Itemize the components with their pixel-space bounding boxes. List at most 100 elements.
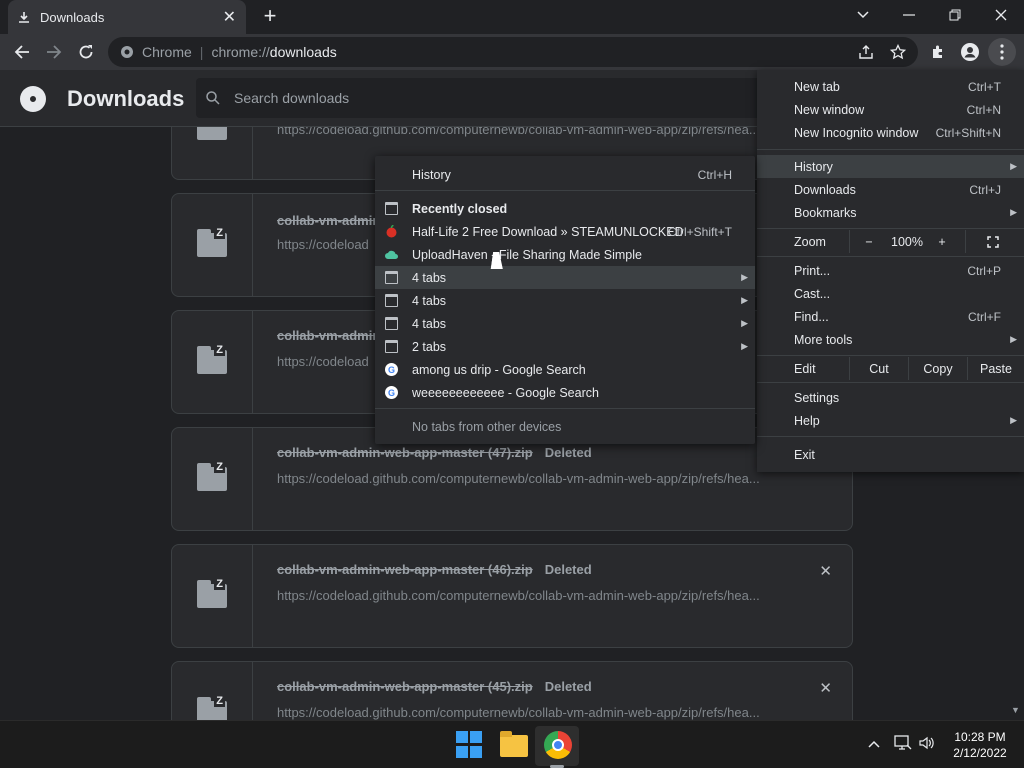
recent-item-uploadhaven[interactable]: UploadHaven - File Sharing Made Simple xyxy=(375,243,755,266)
paste-button[interactable]: Paste xyxy=(968,357,1024,380)
zoom-value: 100% xyxy=(891,234,923,249)
address-bar[interactable]: Chrome | chrome://downloads xyxy=(108,37,918,67)
recent-item-tabs-group[interactable]: 4 tabs ▶ xyxy=(375,289,755,312)
google-favicon-icon: G xyxy=(385,386,398,399)
chrome-taskbar-icon[interactable] xyxy=(544,731,572,759)
download-icon xyxy=(19,12,29,23)
menu-help[interactable]: Help ▶ xyxy=(757,409,1024,432)
taskbar: 10:28 PM 2/12/2022 xyxy=(0,720,1024,768)
recent-item-google-search[interactable]: G weeeeeeeeeeee - Google Search xyxy=(375,381,755,404)
extensions-button[interactable] xyxy=(924,38,952,66)
zoom-label: Zoom xyxy=(794,234,826,249)
download-url[interactable]: https://codeload.github.com/computernewb… xyxy=(277,705,777,720)
start-button-icon[interactable] xyxy=(456,731,484,759)
chrome-main-menu: New tab Ctrl+T New window Ctrl+N New Incog… xyxy=(757,70,1024,472)
cloud-favicon-icon xyxy=(385,250,398,259)
recent-item-halflife[interactable]: Half-Life 2 Free Download » STEAMUNLOCKE… xyxy=(375,220,755,243)
copy-button[interactable]: Copy xyxy=(909,357,967,380)
file-explorer-icon[interactable] xyxy=(500,731,528,757)
zip-file-icon: Z xyxy=(197,578,227,608)
recent-item-google-search[interactable]: G among us drip - Google Search xyxy=(375,358,755,381)
menu-downloads[interactable]: Downloads Ctrl+J xyxy=(757,178,1024,201)
file-icon-column: Z xyxy=(172,311,253,413)
menu-bookmarks[interactable]: Bookmarks ▶ xyxy=(757,201,1024,224)
menu-settings[interactable]: Settings xyxy=(757,386,1024,409)
forward-button[interactable] xyxy=(40,38,68,66)
zoom-divider xyxy=(965,230,966,253)
menu-more-tools[interactable]: More tools ▶ xyxy=(757,328,1024,351)
menu-separator xyxy=(757,228,1024,229)
menu-exit[interactable]: Exit xyxy=(757,443,1024,466)
taskbar-clock[interactable]: 10:28 PM 2/12/2022 xyxy=(940,729,1020,761)
menu-new-incognito[interactable]: New Incognito window Ctrl+Shift+N xyxy=(757,121,1024,144)
bookmark-button[interactable] xyxy=(884,38,912,66)
menu-history[interactable]: History ▶ xyxy=(757,155,1024,178)
arrow-left-icon xyxy=(14,45,29,59)
recent-item-tabs-group[interactable]: 2 tabs ▶ xyxy=(375,335,755,358)
minimize-icon xyxy=(903,14,915,16)
menu-separator xyxy=(375,408,755,409)
cut-button[interactable]: Cut xyxy=(850,357,908,380)
tab-downloads[interactable]: Downloads ✕ xyxy=(8,0,246,34)
tab-icon xyxy=(385,340,398,353)
menu-cast[interactable]: Cast... xyxy=(757,282,1024,305)
recent-item-tabs-group[interactable]: 4 tabs ▶ xyxy=(375,312,755,335)
profile-button[interactable] xyxy=(956,38,984,66)
volume-icon[interactable] xyxy=(918,735,936,754)
chevron-right-icon: ▶ xyxy=(1010,207,1017,217)
zoom-out-button[interactable]: − xyxy=(859,230,879,253)
download-filename: collab-vm-admin-web-app-master (47).zip xyxy=(277,445,533,460)
tab-icon xyxy=(385,202,398,215)
minimize-button[interactable] xyxy=(886,0,932,30)
network-icon[interactable] xyxy=(894,735,912,754)
menu-print[interactable]: Print... Ctrl+P xyxy=(757,259,1024,282)
history-item[interactable]: History Ctrl+H xyxy=(375,163,755,186)
download-filename-row: collab-vm-admin-web-app-master (46).zip D… xyxy=(277,562,592,577)
restore-button[interactable] xyxy=(932,0,978,30)
search-downloads-input[interactable]: Search downloads xyxy=(196,78,776,118)
tab-icon xyxy=(385,294,398,307)
recent-item-tabs-group[interactable]: 4 tabs ▶ xyxy=(375,266,755,289)
menu-separator xyxy=(757,149,1024,150)
puzzle-icon xyxy=(933,45,942,58)
download-url[interactable]: https://codeload.github.com/computernewb… xyxy=(277,588,777,603)
menu-separator xyxy=(375,190,755,191)
zoom-in-button[interactable]: + xyxy=(932,230,952,253)
zip-file-icon: Z xyxy=(197,344,227,374)
download-url[interactable]: https://codeload.github.com/computernewb… xyxy=(277,471,777,486)
chevron-right-icon: ▶ xyxy=(741,318,748,328)
file-icon-column: Z xyxy=(172,428,253,530)
menu-separator xyxy=(757,382,1024,383)
tab-close-icon[interactable]: ✕ xyxy=(223,7,236,27)
chrome-menu-button[interactable] xyxy=(988,38,1016,66)
download-filename-row: collab-vm-admin-web-app-master (45).zip D… xyxy=(277,679,592,694)
reload-button[interactable] xyxy=(72,38,100,66)
remove-download-icon[interactable]: ✕ xyxy=(819,679,832,697)
tray-chevron-up-icon[interactable] xyxy=(868,735,880,751)
new-tab-button[interactable]: + xyxy=(258,4,282,28)
chevron-right-icon: ▶ xyxy=(1010,334,1017,344)
download-filename: collab-vm-admin-web-app-master (45).zip xyxy=(277,679,533,694)
download-status: Deleted xyxy=(544,679,592,694)
apple-favicon-icon xyxy=(386,225,397,238)
more-vert-icon xyxy=(1000,44,1004,60)
tab-icon xyxy=(385,271,398,284)
remove-download-icon[interactable]: ✕ xyxy=(819,562,832,580)
fullscreen-icon xyxy=(987,235,999,248)
menu-find[interactable]: Find... Ctrl+F xyxy=(757,305,1024,328)
menu-new-window[interactable]: New window Ctrl+N xyxy=(757,98,1024,121)
menu-new-tab[interactable]: New tab Ctrl+T xyxy=(757,75,1024,98)
scroll-down-arrow-icon[interactable]: ▼ xyxy=(1011,705,1020,715)
share-button[interactable] xyxy=(852,38,880,66)
download-filename: collab-vm-admin-web-app-master (46).zip xyxy=(277,562,533,577)
close-window-button[interactable] xyxy=(978,0,1024,30)
edit-label: Edit xyxy=(794,361,816,376)
chevron-right-icon: ▶ xyxy=(741,295,748,305)
url-scheme: chrome:// xyxy=(211,44,270,60)
fullscreen-button[interactable] xyxy=(983,230,1003,253)
back-button[interactable] xyxy=(8,38,36,66)
zip-file-icon: Z xyxy=(197,227,227,257)
tab-icon xyxy=(385,317,398,330)
download-filename: collab-vm-admin xyxy=(277,213,381,228)
tab-search-button[interactable] xyxy=(840,0,886,30)
